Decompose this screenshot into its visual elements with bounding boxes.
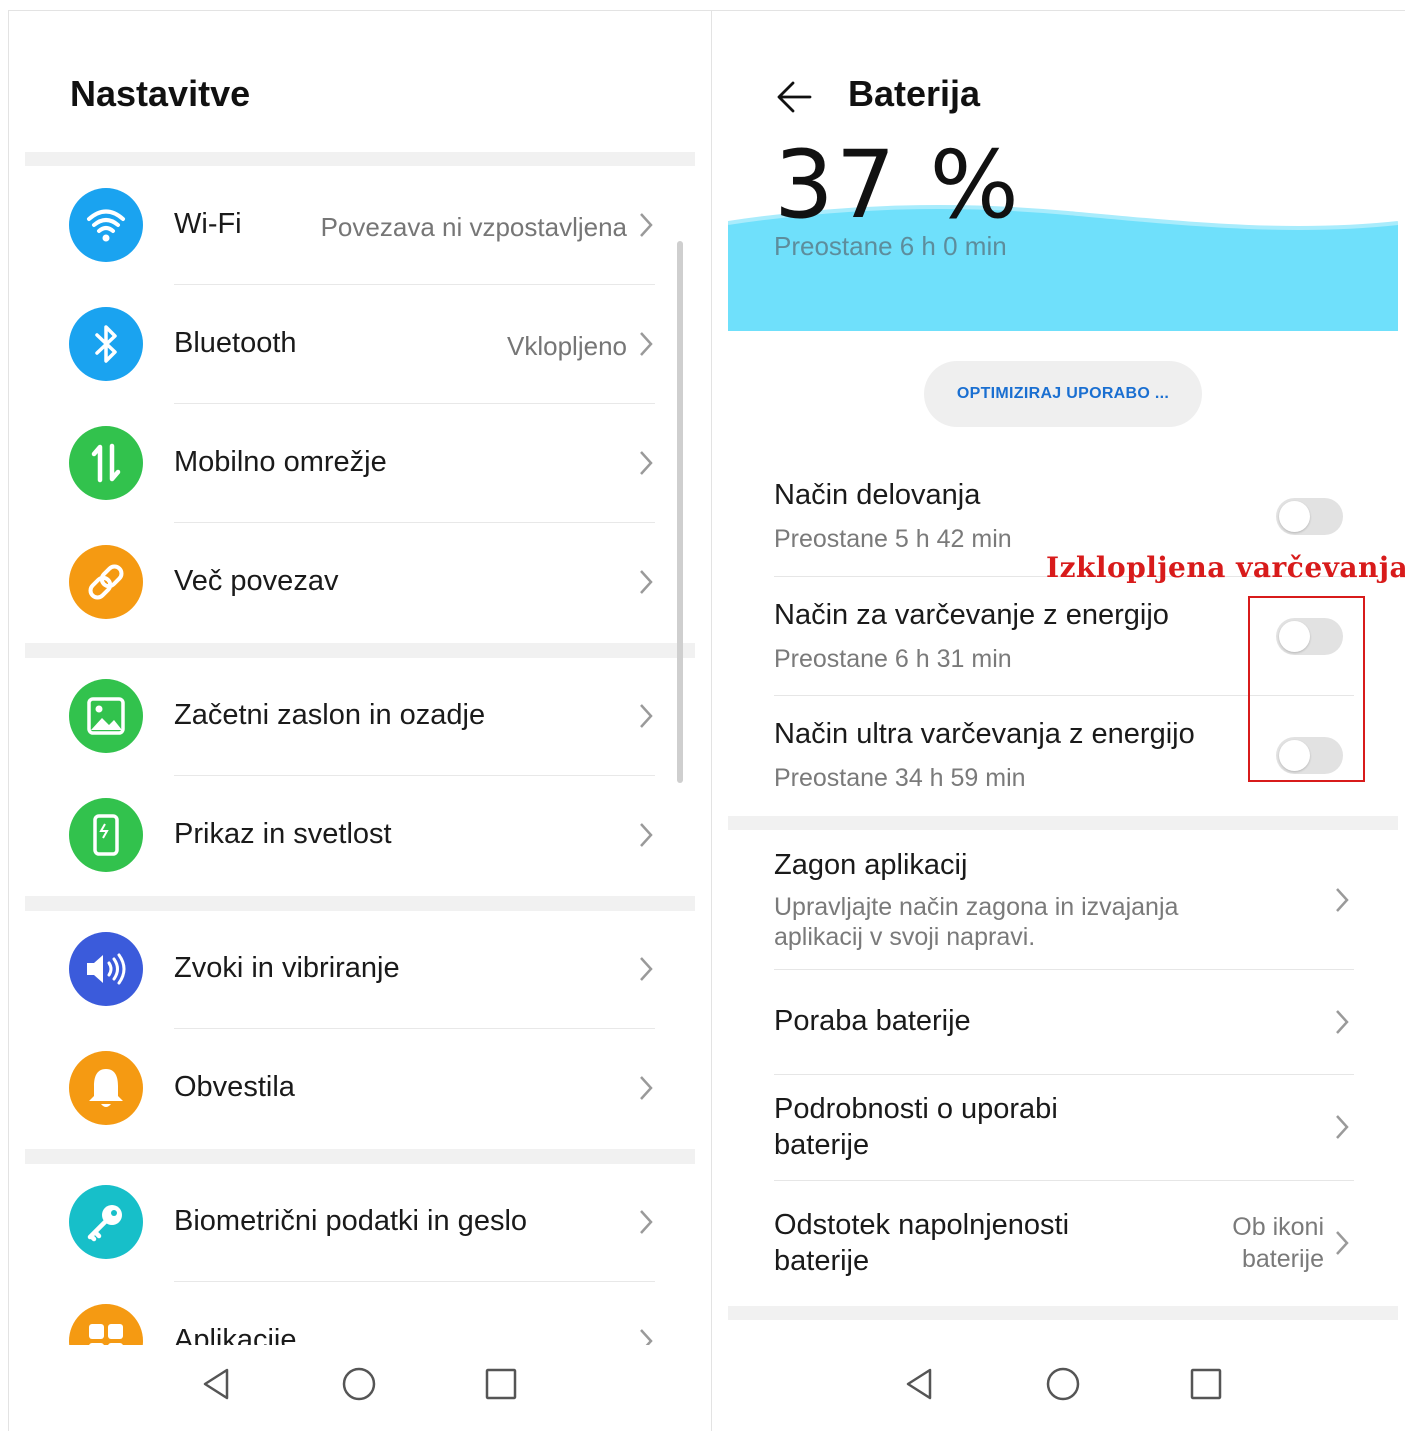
mode-title: Način delovanja <box>774 479 981 511</box>
chevron-right-icon <box>1336 1115 1349 1139</box>
settings-panel: Nastavitve Wi-Fi Povezava ni vzpostavlje… <box>8 10 711 1431</box>
link-value: Ob ikoni <box>1232 1213 1324 1241</box>
section-divider <box>25 643 695 658</box>
settings-item-label: Več povezav <box>174 565 339 597</box>
mode-subtitle: Preostane 5 h 42 min <box>774 525 1012 553</box>
link-subtitle: Upravljajte način zagona in izvajanja <box>774 893 1179 921</box>
battery-remaining: Preostane 6 h 0 min <box>774 231 1007 261</box>
settings-item-more-connections[interactable]: Več povezav <box>25 523 655 641</box>
link-subtitle: aplikacij v svoji napravi. <box>774 923 1036 951</box>
chevron-right-icon <box>1336 888 1349 912</box>
battery-panel: Baterija 37 % Preostane 6 h 0 min OPTIMI… <box>711 10 1405 1431</box>
bluetooth-icon <box>69 307 143 381</box>
settings-item-apps[interactable]: Aplikacije <box>25 1282 655 1345</box>
wifi-icon <box>69 188 143 262</box>
back-arrow-icon[interactable] <box>774 77 814 117</box>
chevron-right-icon <box>640 1076 653 1100</box>
battery-percent: 37 % <box>774 131 1021 240</box>
link-title: baterije <box>774 1129 870 1161</box>
optimize-usage-button[interactable]: OPTIMIZIRAJ UPORABO ... <box>924 361 1202 427</box>
key-icon <box>69 1185 143 1259</box>
settings-item-label: Prikaz in svetlost <box>174 818 392 850</box>
settings-item-label: Wi-Fi <box>174 208 242 240</box>
battery-usage-item[interactable]: Poraba baterije <box>712 970 1405 1074</box>
performance-toggle[interactable] <box>1276 498 1343 535</box>
chevron-right-icon <box>640 451 653 475</box>
bell-icon <box>69 1051 143 1125</box>
battery-usage-details-item[interactable]: Podrobnosti o uporabi baterije <box>712 1075 1405 1180</box>
chevron-right-icon <box>1336 1231 1349 1255</box>
annotation-highlight-box <box>1248 596 1365 782</box>
chevron-right-icon <box>640 704 653 728</box>
settings-item-label: Mobilno omrežje <box>174 446 387 478</box>
recents-icon[interactable] <box>1186 1364 1226 1404</box>
section-divider <box>25 1149 695 1164</box>
recents-icon[interactable] <box>481 1364 521 1404</box>
back-icon[interactable] <box>197 1364 237 1404</box>
settings-item-value: Vklopljeno <box>507 331 627 361</box>
scrollbar[interactable] <box>677 241 683 783</box>
link-title: Poraba baterije <box>774 1005 971 1037</box>
link-value: baterije <box>1242 1245 1324 1273</box>
image-icon <box>69 679 143 753</box>
mode-title: Način za varčevanje z energijo <box>774 599 1169 631</box>
section-divider <box>728 1306 1398 1320</box>
section-divider <box>25 896 695 911</box>
settings-item-label: Začetni zaslon in ozadje <box>174 699 486 731</box>
settings-item-label: Obvestila <box>174 1071 295 1103</box>
home-icon[interactable] <box>339 1364 379 1404</box>
page-title: Nastavitve <box>70 73 251 114</box>
section-divider <box>25 152 695 166</box>
section-divider <box>728 816 1398 830</box>
chevron-right-icon <box>640 1329 653 1345</box>
chevron-right-icon <box>640 570 653 594</box>
settings-item-notifications[interactable]: Obvestila <box>25 1029 655 1147</box>
settings-item-wifi[interactable]: Wi-Fi Povezava ni vzpostavljena <box>25 166 655 285</box>
link-icon <box>69 545 143 619</box>
settings-item-label: Bluetooth <box>174 327 297 359</box>
link-title: baterije <box>774 1245 870 1277</box>
settings-item-value: Povezava ni vzpostavljena <box>320 212 627 242</box>
mobile-data-icon <box>69 426 143 500</box>
settings-item-label: Aplikacije <box>174 1324 297 1345</box>
settings-item-sounds[interactable]: Zvoki in vibriranje <box>25 910 655 1029</box>
mode-subtitle: Preostane 6 h 31 min <box>774 645 1012 673</box>
settings-item-bluetooth[interactable]: Bluetooth Vklopljeno <box>25 285 655 404</box>
settings-item-label: Biometrični podatki in geslo <box>174 1205 528 1237</box>
app-launch-item[interactable]: Zagon aplikacij Upravljajte način zagona… <box>712 831 1405 969</box>
settings-item-label: Zvoki in vibriranje <box>174 952 400 984</box>
chevron-right-icon <box>640 823 653 847</box>
annotation-text: Izklopljena varčevanja ! <box>1046 551 1405 584</box>
page-title: Baterija <box>848 73 981 114</box>
settings-item-home-screen[interactable]: Začetni zaslon in ozadje <box>25 657 655 776</box>
battery-percentage-item[interactable]: Odstotek napolnjenosti baterije Ob ikoni… <box>712 1181 1405 1305</box>
apps-icon <box>69 1304 143 1345</box>
settings-item-biometrics[interactable]: Biometrični podatki in geslo <box>25 1163 655 1282</box>
link-title: Zagon aplikacij <box>774 849 968 881</box>
link-title: Odstotek napolnjenosti <box>774 1209 1070 1241</box>
mode-subtitle: Preostane 34 h 59 min <box>774 764 1026 792</box>
link-title: Podrobnosti o uporabi <box>774 1093 1058 1125</box>
sound-icon <box>69 932 143 1006</box>
chevron-right-icon <box>640 957 653 981</box>
chevron-right-icon <box>640 1210 653 1234</box>
display-icon <box>69 798 143 872</box>
settings-item-display[interactable]: Prikaz in svetlost <box>25 776 655 894</box>
settings-item-mobile-network[interactable]: Mobilno omrežje <box>25 404 655 523</box>
chevron-right-icon <box>640 213 653 237</box>
back-icon[interactable] <box>900 1364 940 1404</box>
home-icon[interactable] <box>1043 1364 1083 1404</box>
chevron-right-icon <box>1336 1010 1349 1034</box>
mode-title: Način ultra varčevanja z energijo <box>774 718 1195 750</box>
chevron-right-icon <box>640 332 653 356</box>
